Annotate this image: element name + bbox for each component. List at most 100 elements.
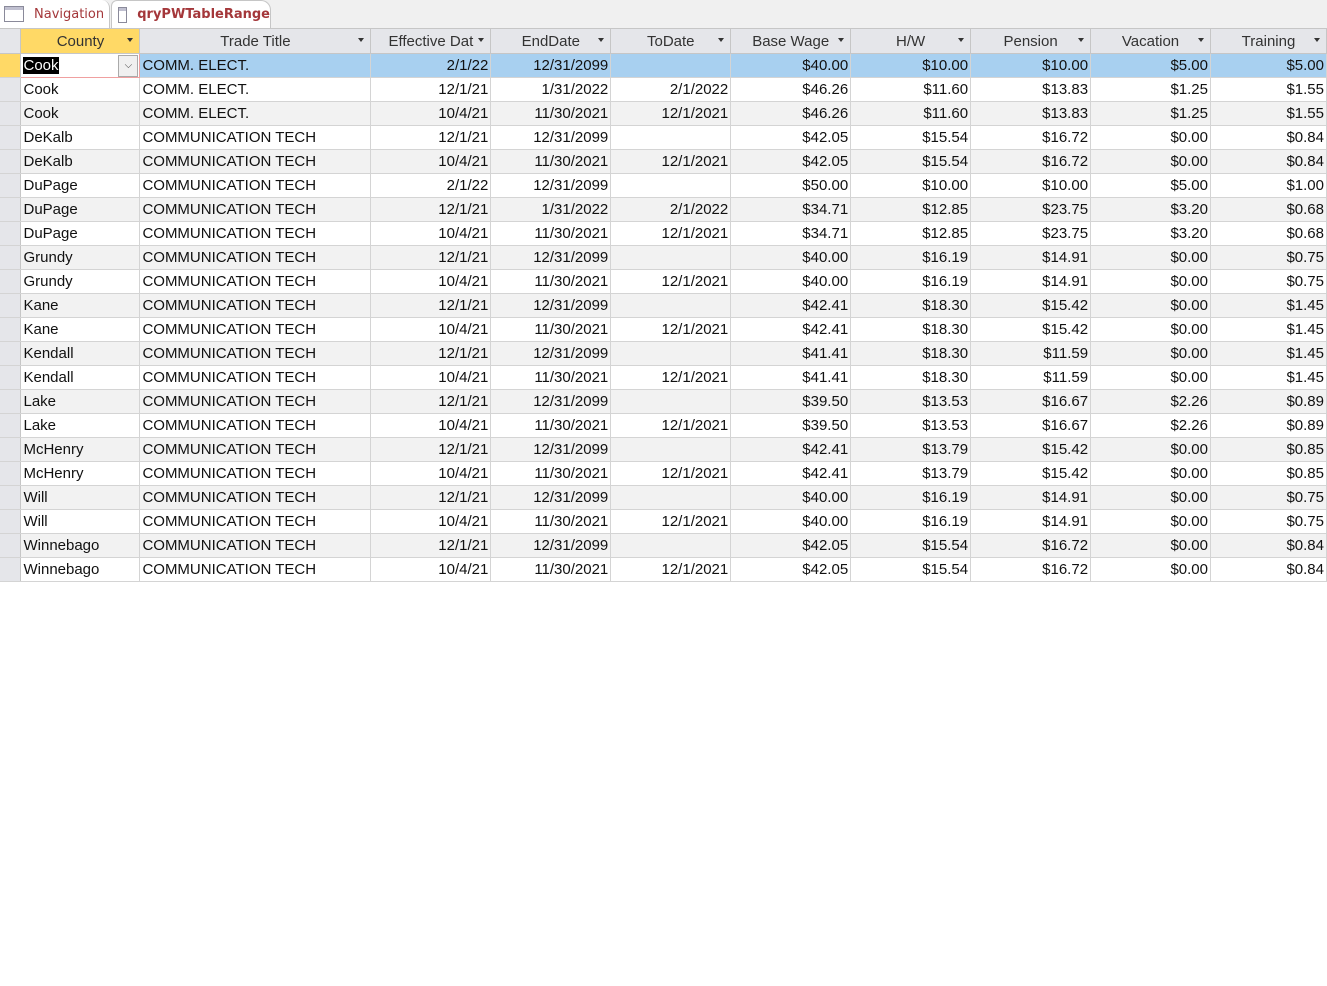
cell-effective-dat[interactable]: 2/1/22 <box>370 53 492 78</box>
cell-effective-dat[interactable]: 10/4/21 <box>370 269 492 294</box>
cell-effective-dat[interactable]: 12/1/21 <box>370 77 492 102</box>
cell-trade-title[interactable]: COMM. ELECT. <box>139 101 372 126</box>
record-selector[interactable] <box>0 53 22 78</box>
cell-training[interactable]: $0.75 <box>1210 485 1327 510</box>
cell-effective-dat[interactable]: 10/4/21 <box>370 509 492 534</box>
cell-h-w[interactable]: $13.53 <box>850 389 972 414</box>
table-row[interactable]: Grundy COMMUNICATION TECH 10/4/21 11/30/202… <box>0 269 1327 294</box>
cell-effective-dat[interactable]: 12/1/21 <box>370 533 492 558</box>
cell-h-w[interactable]: $10.00 <box>850 173 972 198</box>
table-row[interactable]: Cook COMM. ELECT. 12/1/21 1/31/2022 2/1/2022… <box>0 77 1327 102</box>
cell-vacation[interactable]: $0.00 <box>1090 149 1211 174</box>
cell-effective-dat[interactable]: 12/1/21 <box>370 437 492 462</box>
cell-h-w[interactable]: $16.19 <box>850 485 972 510</box>
cell-county[interactable]: Cook ⌵ <box>20 53 141 78</box>
cell-enddate[interactable]: 11/30/2021 <box>490 269 612 294</box>
cell-training[interactable]: $1.45 <box>1210 317 1327 342</box>
cell-training[interactable]: $1.00 <box>1210 173 1327 198</box>
cell-enddate[interactable]: 11/30/2021 <box>490 557 612 582</box>
cell-training[interactable]: $1.45 <box>1210 365 1327 390</box>
dropdown-arrow-icon[interactable] <box>838 38 845 42</box>
cell-pension[interactable]: $16.72 <box>970 149 1092 174</box>
cell-pension[interactable]: $16.72 <box>970 125 1092 150</box>
cell-enddate[interactable]: 11/30/2021 <box>490 221 612 246</box>
cell-enddate[interactable]: 12/31/2099 <box>490 173 612 198</box>
table-row[interactable]: Lake COMMUNICATION TECH 10/4/21 11/30/2021 1… <box>0 413 1327 438</box>
cell-enddate[interactable]: 11/30/2021 <box>490 149 612 174</box>
cell-training[interactable]: $0.75 <box>1210 269 1327 294</box>
column-header-h-w[interactable]: H/W <box>850 29 972 54</box>
cell-county[interactable]: Will <box>20 509 141 534</box>
cell-todate[interactable]: 2/1/2022 <box>610 197 732 222</box>
cell-effective-dat[interactable]: 12/1/21 <box>370 197 492 222</box>
table-row[interactable]: Winnebago COMMUNICATION TECH 10/4/21 11/30/… <box>0 557 1327 582</box>
cell-vacation[interactable]: $0.00 <box>1090 485 1211 510</box>
tab-navigation[interactable]: Navigation <box>0 0 110 28</box>
column-header-training[interactable]: Training <box>1210 29 1327 54</box>
cell-pension[interactable]: $11.59 <box>970 365 1092 390</box>
cell-h-w[interactable]: $12.85 <box>850 197 972 222</box>
cell-trade-title[interactable]: COMMUNICATION TECH <box>139 485 372 510</box>
cell-county[interactable]: Grundy <box>20 269 141 294</box>
cell-trade-title[interactable]: COMMUNICATION TECH <box>139 365 372 390</box>
cell-vacation[interactable]: $3.20 <box>1090 221 1211 246</box>
dropdown-arrow-icon[interactable] <box>478 38 485 42</box>
cell-vacation[interactable]: $0.00 <box>1090 461 1211 486</box>
cell-enddate[interactable]: 11/30/2021 <box>490 101 612 126</box>
dropdown-arrow-icon[interactable] <box>1078 38 1085 42</box>
cell-enddate[interactable]: 11/30/2021 <box>490 461 612 486</box>
select-all-corner[interactable] <box>0 29 22 54</box>
cell-base-wage[interactable]: $34.71 <box>730 221 852 246</box>
cell-trade-title[interactable]: COMMUNICATION TECH <box>139 221 372 246</box>
cell-effective-dat[interactable]: 10/4/21 <box>370 149 492 174</box>
table-row[interactable]: Cook COMM. ELECT. 10/4/21 11/30/2021 12/1/20… <box>0 101 1327 126</box>
cell-enddate[interactable]: 12/31/2099 <box>490 485 612 510</box>
dropdown-arrow-icon[interactable] <box>958 38 965 42</box>
cell-base-wage[interactable]: $42.41 <box>730 293 852 318</box>
cell-enddate[interactable]: 12/31/2099 <box>490 341 612 366</box>
chevron-down-icon[interactable]: ⌵ <box>118 55 139 77</box>
cell-trade-title[interactable]: COMMUNICATION TECH <box>139 173 372 198</box>
cell-h-w[interactable]: $16.19 <box>850 245 972 270</box>
cell-pension[interactable]: $15.42 <box>970 437 1092 462</box>
cell-effective-dat[interactable]: 2/1/22 <box>370 173 492 198</box>
cell-training[interactable]: $0.85 <box>1210 437 1327 462</box>
cell-todate[interactable]: 12/1/2021 <box>610 149 732 174</box>
cell-county[interactable]: Cook <box>20 77 141 102</box>
cell-training[interactable]: $1.45 <box>1210 341 1327 366</box>
dropdown-arrow-icon[interactable] <box>358 38 365 42</box>
table-row[interactable]: Will COMMUNICATION TECH 10/4/21 11/30/2021 1… <box>0 509 1327 534</box>
cell-vacation[interactable]: $0.00 <box>1090 365 1211 390</box>
cell-vacation[interactable]: $0.00 <box>1090 341 1211 366</box>
cell-vacation[interactable]: $2.26 <box>1090 389 1211 414</box>
column-header-effective-dat[interactable]: Effective Dat <box>370 29 492 54</box>
cell-county[interactable]: DuPage <box>20 173 141 198</box>
table-row[interactable]: Cook ⌵ COMM. ELECT. 2/1/22 12/31/2099 $40.00 $… <box>0 53 1327 78</box>
cell-h-w[interactable]: $11.60 <box>850 101 972 126</box>
cell-todate[interactable]: 12/1/2021 <box>610 413 732 438</box>
cell-effective-dat[interactable]: 12/1/21 <box>370 341 492 366</box>
record-selector[interactable] <box>0 485 22 510</box>
cell-base-wage[interactable]: $40.00 <box>730 269 852 294</box>
cell-pension[interactable]: $16.67 <box>970 389 1092 414</box>
cell-county[interactable]: McHenry <box>20 461 141 486</box>
cell-todate[interactable] <box>610 533 732 558</box>
cell-enddate[interactable]: 12/31/2099 <box>490 437 612 462</box>
cell-county[interactable]: Will <box>20 485 141 510</box>
cell-pension[interactable]: $13.83 <box>970 101 1092 126</box>
cell-trade-title[interactable]: COMMUNICATION TECH <box>139 533 372 558</box>
cell-base-wage[interactable]: $40.00 <box>730 53 852 78</box>
cell-trade-title[interactable]: COMM. ELECT. <box>139 77 372 102</box>
record-selector[interactable] <box>0 197 22 222</box>
cell-trade-title[interactable]: COMMUNICATION TECH <box>139 245 372 270</box>
cell-trade-title[interactable]: COMM. ELECT. <box>139 53 372 78</box>
cell-trade-title[interactable]: COMMUNICATION TECH <box>139 317 372 342</box>
cell-h-w[interactable]: $15.54 <box>850 149 972 174</box>
cell-effective-dat[interactable]: 10/4/21 <box>370 557 492 582</box>
record-selector[interactable] <box>0 293 22 318</box>
cell-vacation[interactable]: $0.00 <box>1090 269 1211 294</box>
cell-county[interactable]: Grundy <box>20 245 141 270</box>
cell-base-wage[interactable]: $42.41 <box>730 317 852 342</box>
cell-vacation[interactable]: $0.00 <box>1090 437 1211 462</box>
record-selector[interactable] <box>0 341 22 366</box>
